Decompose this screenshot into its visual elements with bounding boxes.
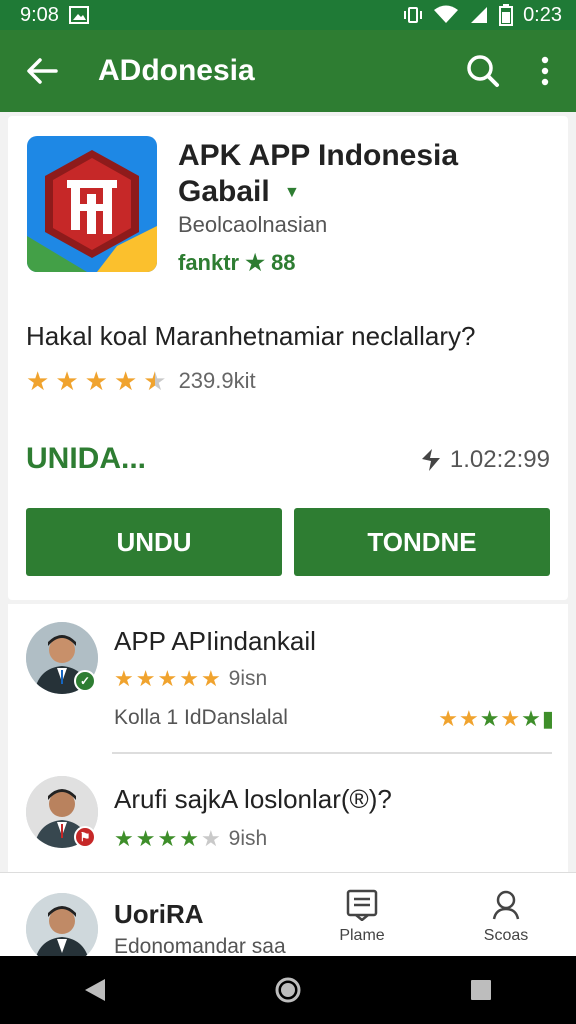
star-icon: ★ [200, 826, 221, 851]
star-icon: ★ [500, 706, 521, 731]
undu-button[interactable]: UNDU [26, 508, 282, 576]
download-size-text: 1.02:2:99 [449, 446, 550, 473]
recents-square-icon[interactable] [469, 978, 493, 1002]
app-rating: ★ ★ ★ ★ ★ 239.9kit [26, 368, 256, 394]
star-icon: ★ [84, 366, 108, 396]
badge-icon: ▮ [541, 706, 554, 731]
app-logo-icon [27, 136, 157, 272]
nav-label: Scoas [483, 927, 529, 944]
star-icon: ★ [200, 666, 221, 691]
list-item-rating-right: ★ ★ ★ ★ ★ ▮ [438, 706, 554, 732]
person-icon [492, 890, 520, 920]
star-icon: ★ [179, 826, 199, 851]
back-triangle-icon[interactable] [83, 977, 107, 1003]
list-item[interactable]: ✓ APP APIindankail ★ ★ ★ ★ ★ 9isn Kolla … [8, 604, 568, 754]
avatar [26, 893, 98, 965]
divider [112, 752, 552, 754]
status-time: 9:08 [20, 3, 59, 26]
star-icon: ★ [26, 366, 50, 396]
verified-badge-icon: ✓ [74, 670, 96, 692]
star-icon: ★ [55, 366, 79, 396]
nav-label: Plame [339, 927, 385, 944]
back-button[interactable] [0, 30, 84, 112]
more-vert-icon [541, 56, 549, 86]
wifi-icon [434, 5, 459, 23]
app-detail-card: APK APP Indonesia Gabail ▼ Beolcaolnasia… [8, 116, 568, 600]
arrow-left-icon [27, 58, 58, 84]
nav-plame[interactable]: Plame [322, 889, 402, 945]
app-icon [27, 136, 157, 272]
app-question: Hakal koal Maranhetnamiar neclallary? [26, 321, 476, 351]
vibrate-icon [404, 7, 423, 23]
app-name: APK APP Indonesia Gabail ▼ [178, 138, 548, 211]
status-right: 0:23 [403, 4, 562, 27]
star-icon: ★ [135, 666, 156, 691]
search-button[interactable] [452, 30, 514, 112]
star-icon: ★ [438, 706, 458, 731]
status-bar: 9:08 0:23 [0, 0, 576, 30]
document-icon [346, 889, 378, 921]
list-item[interactable]: ⚑ Arufi sajkA loslonlar(®)? ★ ★ ★ ★ ★ 9i… [8, 756, 568, 872]
dropdown-arrow-icon[interactable]: ▼ [284, 184, 300, 201]
status-clock: 0:23 [523, 3, 562, 26]
signal-icon [471, 7, 488, 23]
list-item-title: Arufi sajkA loslonlar(®)? [114, 784, 392, 814]
list-item-rating: ★ ★ ★ ★ ★ 9ish [114, 826, 267, 852]
rating-tag: fanktr ★ 88 [178, 250, 296, 275]
home-circle-icon[interactable] [274, 976, 302, 1004]
system-navigation-bar [0, 956, 576, 1024]
nav-scoas[interactable]: Scoas [466, 889, 546, 945]
star-icon: ★ [157, 826, 178, 851]
person-photo [26, 893, 98, 965]
star-icon: ★ [113, 366, 138, 396]
star-icon: ★ [179, 666, 199, 691]
app-bar: ADdonesia [0, 30, 576, 112]
developer-name[interactable]: Beolcaolnasian [178, 212, 327, 238]
download-size: 1.02:2:99 [420, 446, 550, 474]
bottom-bar: UoriRA Edonomandar saa Plame Scoas [0, 872, 576, 965]
tondne-button[interactable]: TONDNE [294, 508, 550, 576]
star-icon: ★ [114, 826, 134, 851]
battery-icon [499, 4, 514, 26]
star-icon: ★ [479, 706, 500, 731]
star-icon: ★ [521, 706, 541, 731]
star-icon: ★ [135, 826, 156, 851]
app-bar-title: ADdonesia [98, 54, 255, 87]
list-item-subtitle: Kolla 1 IdDanslalal [114, 706, 288, 729]
search-icon [467, 55, 499, 87]
list-item-rating: ★ ★ ★ ★ ★ 9isn [114, 666, 267, 692]
bottom-bar-title: UoriRA [114, 899, 204, 929]
star-icon: ★ [157, 666, 178, 691]
install-status: UNIDA... [26, 442, 146, 475]
half-star-icon: ★ [143, 366, 167, 396]
list-item-meta: 9isn [228, 667, 268, 690]
star-icon: ★ [114, 666, 134, 691]
rating-count: 239.9kit [178, 368, 256, 393]
status-left: 9:08 [20, 4, 89, 27]
flag-badge-icon: ⚑ [74, 826, 96, 848]
list-item-meta: 9ish [228, 827, 268, 850]
app-name-text: APK APP Indonesia Gabail [178, 139, 459, 208]
list-item-title: APP APIindankail [114, 626, 316, 656]
star-icon: ★ [458, 706, 479, 731]
related-list: ✓ APP APIindankail ★ ★ ★ ★ ★ 9isn Kolla … [8, 604, 568, 872]
flash-icon [421, 449, 440, 471]
more-options-button[interactable] [514, 30, 576, 112]
image-notification-icon [68, 6, 89, 24]
